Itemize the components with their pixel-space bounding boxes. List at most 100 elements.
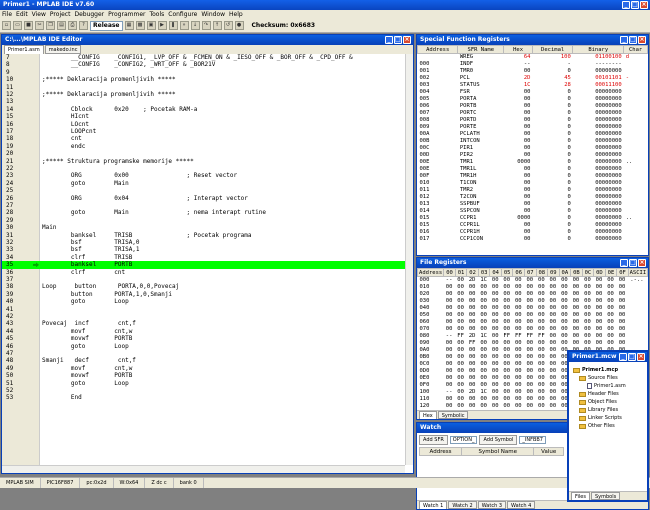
- sfr-col-header[interactable]: Binary: [572, 45, 625, 54]
- fr-col-header[interactable]: 00: [443, 268, 456, 277]
- fr-col-header[interactable]: 0B: [570, 268, 583, 277]
- table-row[interactable]: 016 CCPR1H 00 0 00000000: [418, 229, 648, 236]
- halt-icon[interactable]: ❚: [168, 21, 178, 30]
- tab-watch-4[interactable]: Watch 4: [507, 501, 536, 509]
- table-row[interactable]: 090 00 00 FF 00 00 00 00 00 00 00 00 00 00 00 00 00: [418, 340, 648, 347]
- minimize-icon[interactable]: _: [385, 36, 393, 44]
- minimize-icon[interactable]: _: [620, 259, 628, 267]
- table-row[interactable]: 017 CCP1CON 00 0 00000000: [418, 236, 648, 243]
- step-into-icon[interactable]: ↓: [190, 21, 200, 30]
- paste-icon[interactable]: ▤: [57, 21, 66, 30]
- table-row[interactable]: 010 00 00 00 00 00 00 00 00 00 00 00 00 00 00 00 00: [418, 284, 648, 291]
- fr-col-header[interactable]: 07: [524, 268, 537, 277]
- fr-col-header[interactable]: 04: [489, 268, 502, 277]
- table-row[interactable]: 00E TMR1 0000 0 00000000..: [418, 159, 648, 166]
- close-icon[interactable]: ×: [403, 36, 411, 44]
- close-icon[interactable]: ×: [640, 1, 648, 9]
- table-row[interactable]: 015 CCPR1 0000 0 00000000..: [418, 215, 648, 222]
- fr-col-header[interactable]: 03: [477, 268, 491, 277]
- table-row[interactable]: 015 CCPR1L 00 0 00000000: [418, 222, 648, 229]
- tree-other-files[interactable]: Other Files: [573, 422, 643, 430]
- table-row[interactable]: 060 00 00 00 00 00 00 00 00 00 00 00 00 00 00 00 00: [418, 319, 648, 326]
- close-icon[interactable]: ×: [637, 353, 645, 361]
- close-icon[interactable]: ×: [638, 36, 646, 44]
- table-row[interactable]: 00F TMR1H 00 0 00000000: [418, 173, 648, 180]
- table-row[interactable]: 00D PIR2 00 0 00000000: [418, 152, 648, 159]
- make-icon[interactable]: ▩: [135, 21, 145, 30]
- menu-window[interactable]: Window: [201, 10, 225, 19]
- fr-col-header[interactable]: 0F: [616, 268, 629, 277]
- fr-col-header[interactable]: 06: [512, 268, 525, 277]
- table-row[interactable]: 050 00 00 00 00 00 00 00 00 00 00 00 00 00 00 00 00: [418, 312, 648, 319]
- fr-col-header[interactable]: 08: [535, 268, 549, 277]
- sfr-table[interactable]: Address SFR Name Hex Decimal Binary Char WREG 6…: [417, 45, 648, 243]
- sfr-col-header[interactable]: Char: [623, 45, 648, 54]
- sfr-col-header[interactable]: Address: [417, 45, 459, 54]
- sfr-select[interactable]: OPTION_: [449, 436, 478, 444]
- table-row[interactable]: 011 TMR2 00 0 00000000: [418, 187, 648, 194]
- tab-primer1-asm[interactable]: Primer1.asm: [4, 45, 44, 54]
- build-config-select[interactable]: Release: [90, 20, 123, 31]
- step-out-icon[interactable]: ↑: [212, 21, 222, 30]
- fr-col-header[interactable]: ASCII: [627, 268, 648, 277]
- table-row[interactable]: 008 PORTD 00 0 00000000: [418, 117, 648, 124]
- copy-icon[interactable]: ❐: [46, 21, 55, 30]
- maximize-icon[interactable]: □: [394, 36, 402, 44]
- project-root[interactable]: Primer1.mcp: [573, 366, 643, 374]
- menu-debugger[interactable]: Debugger: [74, 10, 104, 19]
- step-over-icon[interactable]: ↷: [201, 21, 211, 30]
- menu-view[interactable]: View: [32, 10, 46, 19]
- fr-col-header[interactable]: 0A: [558, 268, 572, 277]
- menu-project[interactable]: Project: [50, 10, 71, 19]
- save-icon[interactable]: ■: [24, 21, 33, 30]
- minimize-icon[interactable]: _: [622, 1, 630, 9]
- sfr-col-header[interactable]: Decimal: [531, 45, 574, 54]
- minimize-icon[interactable]: _: [620, 36, 628, 44]
- tab-hex[interactable]: Hex: [419, 411, 437, 419]
- code-area[interactable]: 7 __CONFIG _CONFIG1, _LVP_OFF & _FCMEN_O…: [2, 54, 405, 465]
- table-row[interactable]: 014 SSPCON 00 0 00000000: [418, 208, 648, 215]
- tab-files[interactable]: Files: [571, 492, 590, 500]
- run-icon[interactable]: ▶: [157, 21, 167, 30]
- table-row[interactable]: 004 FSR 00 0 00000000: [418, 89, 648, 96]
- table-row[interactable]: 000 INDF -- - --------: [418, 61, 648, 68]
- watch-col-address[interactable]: Address: [418, 447, 463, 456]
- fr-col-header[interactable]: 01: [454, 268, 468, 277]
- table-row[interactable]: 007 PORTC 00 0 00000000: [418, 110, 648, 117]
- table-row[interactable]: 006 PORTB 00 0 00000000: [418, 103, 648, 110]
- fr-col-header[interactable]: 0D: [593, 268, 606, 277]
- help-icon[interactable]: ?: [79, 21, 88, 30]
- editor-horizontal-scrollbar[interactable]: [2, 465, 405, 473]
- close-icon[interactable]: ×: [638, 259, 646, 267]
- table-row[interactable]: WREG 64 100 01100100 d: [418, 54, 648, 62]
- maximize-icon[interactable]: □: [629, 36, 637, 44]
- editor-vertical-scrollbar[interactable]: [405, 54, 413, 465]
- table-row[interactable]: 002 PCL 2D 45 00101101-: [418, 75, 648, 82]
- table-row[interactable]: 030 00 00 00 00 00 00 00 00 00 00 00 00 00 00 00 00: [418, 298, 648, 305]
- fr-col-header[interactable]: 0C: [581, 268, 595, 277]
- table-row[interactable]: 012 T2CON 00 0 00000000: [418, 194, 648, 201]
- menu-configure[interactable]: Configure: [168, 10, 197, 19]
- watch-table[interactable]: Address Symbol Name Value: [418, 447, 564, 456]
- table-row[interactable]: 080 -- FF 2D 1C 00 FF FF FF FF 00 00 00 00 00 00 00: [418, 333, 648, 340]
- tree-library-files[interactable]: Library Files: [573, 406, 643, 414]
- table-row[interactable]: 009 PORTE 00 0 00000000: [418, 124, 648, 131]
- watch-col-symbol[interactable]: Symbol Name: [461, 447, 535, 456]
- table-row[interactable]: 020 00 00 00 00 00 00 00 00 00 00 00 00 00 00 00 00: [418, 291, 648, 298]
- maximize-icon[interactable]: □: [628, 353, 636, 361]
- sfr-col-header[interactable]: SFR Name: [457, 45, 505, 54]
- breakpoint-icon[interactable]: ●: [234, 21, 244, 30]
- maximize-icon[interactable]: □: [631, 1, 639, 9]
- fr-col-header[interactable]: 02: [466, 268, 479, 277]
- rebuild-icon[interactable]: ▣: [146, 21, 156, 30]
- tab-watch-1[interactable]: Watch 1: [419, 501, 448, 509]
- tree-source-files[interactable]: Source Files: [573, 374, 643, 382]
- table-row[interactable]: 00E TMR1L 00 0 00000000: [418, 166, 648, 173]
- table-row[interactable]: 001 TMR0 00 0 00000000: [418, 68, 648, 75]
- fr-col-header[interactable]: 09: [547, 268, 560, 277]
- tab-makedo-inc[interactable]: makedo.inc: [44, 45, 82, 54]
- table-row[interactable]: 070 00 00 00 00 00 00 00 00 00 00 00 00 00 00 00 00: [418, 326, 648, 333]
- build-icon[interactable]: ▦: [124, 21, 134, 30]
- tab-watch-3[interactable]: Watch 3: [477, 501, 507, 509]
- print-icon[interactable]: ⎙: [68, 21, 77, 30]
